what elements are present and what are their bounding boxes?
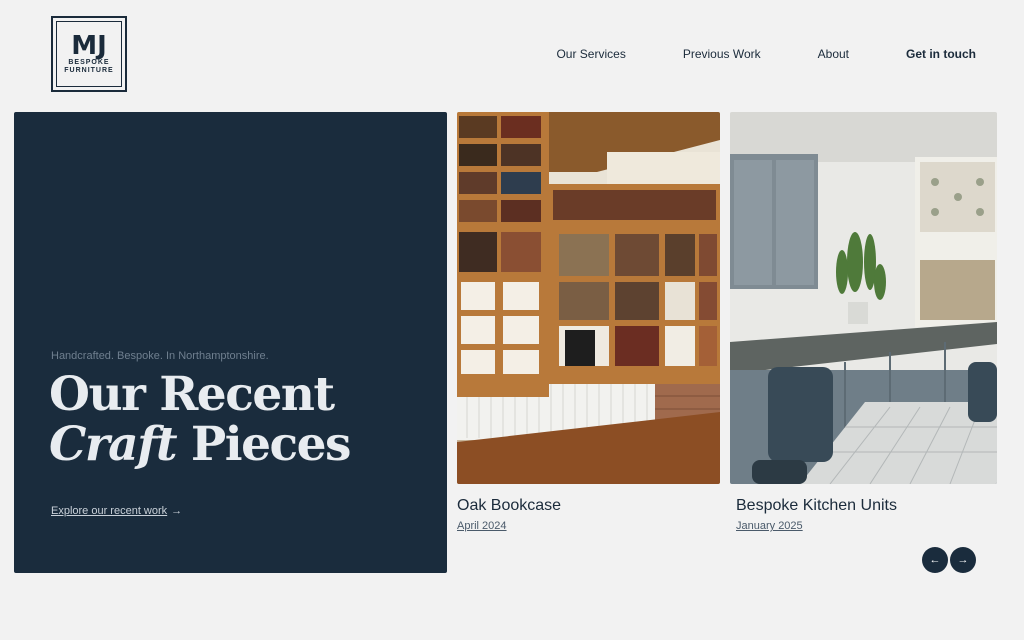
hero-tagline: Handcrafted. Bespoke. In Northamptonshir… bbox=[51, 350, 269, 362]
arrow-right-icon: → bbox=[171, 505, 183, 517]
kitchen-units-image bbox=[730, 112, 997, 484]
main-nav: Our Services Previous Work About Get in … bbox=[556, 47, 976, 61]
card-title: Oak Bookcase bbox=[457, 497, 562, 514]
site-logo[interactable]: MJ BESPOKE FURNITURE bbox=[51, 16, 127, 92]
logo-mark: MJ bbox=[71, 31, 107, 61]
card-title: Bespoke Kitchen Units bbox=[736, 497, 897, 514]
hero-panel: Handcrafted. Bespoke. In Northamptonshir… bbox=[14, 112, 447, 573]
bookcase-illustration bbox=[457, 112, 720, 484]
hero-title-rest: Pieces bbox=[176, 417, 352, 472]
nav-our-services[interactable]: Our Services bbox=[556, 47, 625, 61]
project-card-kitchen-units[interactable]: Bespoke Kitchen Units January 2025 bbox=[730, 112, 997, 532]
hero-title-line1: Our Recent bbox=[49, 367, 335, 422]
explore-work-label: Explore our recent work bbox=[51, 505, 168, 517]
nav-previous-work[interactable]: Previous Work bbox=[683, 47, 761, 61]
carousel-next-button[interactable]: → bbox=[950, 547, 976, 573]
hero-title: Our Recent Craft Pieces bbox=[49, 367, 352, 472]
explore-work-link[interactable]: Explore our recent work → bbox=[51, 505, 182, 517]
logo-subtitle-2: FURNITURE bbox=[64, 67, 114, 74]
kitchen-illustration bbox=[730, 112, 997, 484]
project-card-oak-bookcase[interactable]: Oak Bookcase April 2024 bbox=[457, 112, 720, 532]
hero-title-italic: Craft bbox=[49, 417, 178, 472]
logo-frame: MJ BESPOKE FURNITURE bbox=[56, 21, 122, 87]
logo-subtitle-1: BESPOKE bbox=[68, 59, 110, 66]
arrow-left-icon: ← bbox=[929, 554, 941, 566]
nav-get-in-touch[interactable]: Get in touch bbox=[906, 47, 976, 61]
card-date[interactable]: January 2025 bbox=[736, 520, 803, 532]
nav-about[interactable]: About bbox=[818, 47, 849, 61]
carousel-prev-button[interactable]: ← bbox=[922, 547, 948, 573]
arrow-right-icon: → bbox=[957, 554, 969, 566]
card-date[interactable]: April 2024 bbox=[457, 520, 507, 532]
oak-bookcase-image bbox=[457, 112, 720, 484]
